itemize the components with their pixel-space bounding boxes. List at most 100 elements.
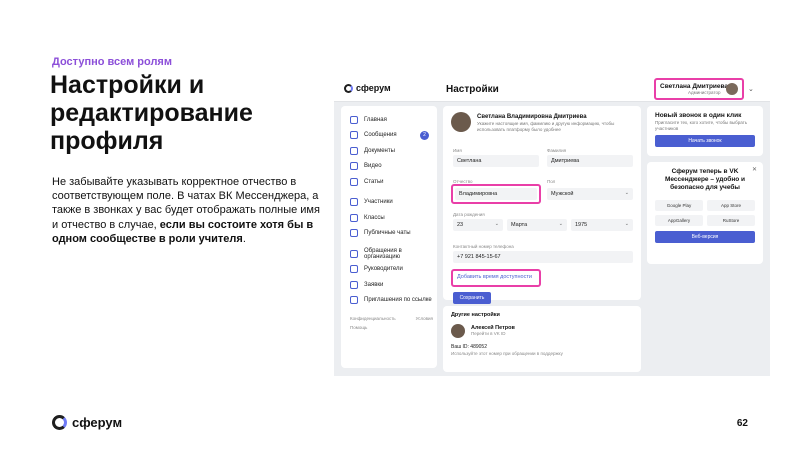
- article-icon: [350, 177, 358, 186]
- sidebar-item-label: Публичные чаты: [364, 230, 411, 237]
- store-buttons: Google Play App Store AppGallery RuStore: [655, 200, 755, 226]
- unread-badge: 2: [420, 130, 429, 140]
- sidebar-item[interactable]: Заявки: [350, 277, 437, 293]
- call-card: Новый звонок в один клик Пригласите тех,…: [647, 106, 763, 156]
- promo-title: Сферум теперь в VK Мессенджере – удобно …: [664, 168, 746, 191]
- page-title: Настройки: [446, 84, 499, 95]
- slide-body: Не забывайте указывать корректное отчест…: [52, 175, 320, 246]
- last-name-label: Фамилия: [547, 148, 567, 153]
- slide-body-end: .: [242, 232, 246, 245]
- sidebar: Главная Сообщения 2 Документы Видео Статьи Уча…: [341, 106, 437, 368]
- help-link[interactable]: Помощь: [350, 325, 367, 330]
- privacy-link[interactable]: Конфиденциальность: [350, 316, 396, 321]
- sidebar-item[interactable]: Видео: [350, 159, 437, 175]
- sidebar-item-label: Классы: [364, 214, 385, 221]
- gender-select[interactable]: Мужской ⌄: [547, 188, 633, 200]
- start-call-button[interactable]: Начать звонок: [655, 135, 755, 147]
- call-title: Новый звонок в один клик: [655, 112, 742, 119]
- birth-label: Дата рождения: [453, 212, 485, 217]
- home-icon: [350, 115, 358, 124]
- app-logo[interactable]: сферум: [344, 83, 391, 93]
- sidebar-item[interactable]: Руководители: [350, 262, 437, 278]
- user-id-hint: Используйте этот номер при обращении в п…: [451, 351, 563, 356]
- sidebar-item[interactable]: Документы: [350, 143, 437, 159]
- birth-month-select[interactable]: Марта ⌄: [507, 219, 567, 231]
- app-topbar: сферум Настройки Светлана Дмитриева Адми…: [334, 76, 770, 102]
- avatar: [451, 324, 465, 338]
- gender-label: Пол: [547, 179, 556, 184]
- brand-logo-icon: [52, 415, 67, 430]
- other-settings-card: Другие настройки Алексей Петров Перейти …: [443, 306, 641, 372]
- request-icon: [350, 280, 358, 289]
- gender-value: Мужской: [551, 191, 574, 197]
- appgallery-button[interactable]: AppGallery: [655, 215, 703, 226]
- select-arrow-icon: ⌄: [624, 221, 629, 227]
- vkid-row[interactable]: Алексей Петров Перейти в VK ID: [451, 324, 633, 338]
- google-play-button[interactable]: Google Play: [655, 200, 703, 211]
- sidebar-item-label: Видео: [364, 163, 382, 170]
- birth-day-value: 23: [457, 222, 464, 228]
- sidebar-item[interactable]: Классы: [350, 210, 437, 226]
- sidebar-item-label: Сообщения: [364, 132, 397, 139]
- birth-day-select[interactable]: 23 ⌄: [453, 219, 503, 231]
- sidebar-item-label: Заявки: [364, 281, 384, 288]
- sidebar-item[interactable]: Приглашения по ссылке: [350, 293, 437, 309]
- brand-name: сферум: [72, 415, 123, 430]
- sidebar-item[interactable]: Главная: [350, 112, 437, 128]
- sidebar-item[interactable]: Публичные чаты: [350, 226, 437, 242]
- profile-name: Светлана Владимировна Дмитриева: [477, 114, 587, 120]
- video-icon: [350, 162, 358, 171]
- sidebar-item-label: Статьи: [364, 178, 384, 185]
- add-availability-link[interactable]: Добавить время доступности: [457, 274, 532, 280]
- profile-card: Светлана Владимировна Дмитриева Укажите …: [443, 106, 641, 304]
- profile-avatar[interactable]: [451, 112, 471, 132]
- sidebar-item[interactable]: Обращения в организацию: [350, 246, 437, 262]
- sidebar-item-label: Участники: [364, 199, 393, 206]
- document-icon: [350, 146, 358, 155]
- app-screenshot: сферум Настройки Светлана Дмитриева Адми…: [334, 76, 770, 376]
- vkid-link[interactable]: Перейти в VK ID: [471, 331, 515, 336]
- select-arrow-icon: ⌄: [558, 221, 563, 227]
- chat-icon: [350, 131, 358, 140]
- sidebar-item[interactable]: Сообщения 2: [350, 128, 437, 144]
- sidebar-item[interactable]: Участники: [350, 195, 437, 211]
- profile-header: Светлана Владимировна Дмитриева Укажите …: [451, 112, 633, 132]
- chevron-down-icon[interactable]: ⌄: [748, 85, 754, 93]
- select-arrow-icon: ⌄: [624, 190, 629, 196]
- app-store-button[interactable]: App Store: [707, 200, 755, 211]
- classes-icon: [350, 213, 358, 222]
- sidebar-item-label: Руководители: [364, 266, 403, 273]
- app-logo-text: сферум: [356, 83, 391, 93]
- other-settings-title: Другие настройки: [451, 312, 500, 318]
- sidebar-item[interactable]: Статьи: [350, 174, 437, 190]
- promo-card: ✕ Сферум теперь в VK Мессенджере – удобн…: [647, 162, 763, 264]
- profile-description: Укажите настоящие имя, фамилию и другую …: [477, 121, 615, 132]
- last-name-field[interactable]: Дмитриева: [547, 155, 633, 167]
- sidebar-item-label: Обращения в организацию: [364, 247, 402, 260]
- sidebar-item-label: Главная: [364, 116, 387, 123]
- sidebar-item-label: Приглашения по ссылке: [364, 297, 432, 304]
- phone-field[interactable]: +7 921 845-15-67: [453, 251, 633, 263]
- people-icon: [350, 198, 358, 207]
- app-logo-icon: [344, 83, 353, 93]
- first-name-field[interactable]: Светлана: [453, 155, 539, 167]
- avatar: [726, 83, 738, 95]
- public-chat-icon: [350, 229, 358, 238]
- user-chip[interactable]: Светлана Дмитриева Администратор: [654, 78, 744, 100]
- terms-link[interactable]: Условия: [416, 316, 433, 321]
- sidebar-item-label: Документы: [364, 147, 395, 154]
- user-id: Ваш ID: 489052: [451, 344, 487, 350]
- brand: сферум: [52, 415, 122, 430]
- appeal-icon: [350, 249, 358, 258]
- rustore-button[interactable]: RuStore: [707, 215, 755, 226]
- slide-title: Настройки и редактирование профиля: [50, 71, 253, 155]
- close-icon[interactable]: ✕: [752, 166, 757, 173]
- web-version-button[interactable]: Веб-версия: [655, 231, 755, 243]
- phone-label: Контактный номер телефона: [453, 244, 514, 249]
- birth-year-select[interactable]: 1975 ⌄: [571, 219, 633, 231]
- call-subtitle: Пригласите тех, кого хотите, чтобы выбра…: [655, 120, 748, 131]
- sidebar-footer: Конфиденциальность Условия Помощь: [350, 314, 437, 332]
- save-button[interactable]: Сохранить: [453, 292, 491, 304]
- first-name-label: Имя: [453, 148, 462, 153]
- manager-icon: [350, 265, 358, 274]
